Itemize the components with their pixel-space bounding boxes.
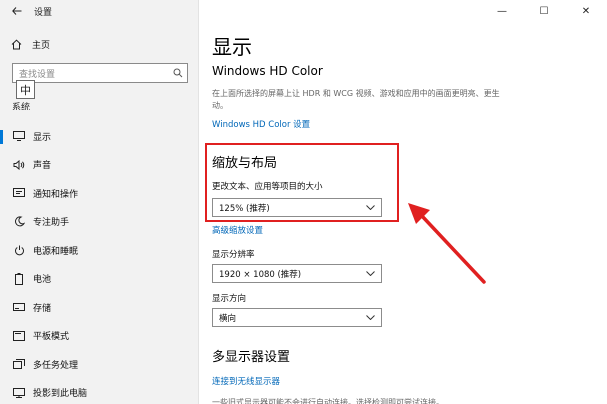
sidebar-item-label: 多任务处理 [33,360,79,371]
back-arrow-icon [12,7,22,15]
section-heading: 系统 [12,103,31,110]
home-icon [11,39,22,50]
ime-indicator: 中 [16,80,35,99]
monitor-icon [13,131,25,142]
sidebar-nav: 显示 声音 通知和操作 专注助手 电源和睡眠 电池 存储 平板模式 多任务处理 … [0,122,199,404]
multi-display-description: 一些旧式显示器可能不会进行自动连接。选择检测即可尝试连接。 [212,398,444,404]
scale-label: 更改文本、应用等项目的大小 [212,182,323,192]
notification-icon [13,188,25,198]
sidebar-item-label: 声音 [33,161,52,172]
chevron-down-icon [365,315,375,320]
moon-icon [14,216,25,227]
back-button[interactable] [0,0,34,22]
hd-color-heading: Windows HD Color [212,64,323,78]
multi-display-heading: 多显示器设置 [212,350,291,365]
sidebar-item-sound[interactable]: 声音 [0,151,199,180]
search-icon [173,68,183,78]
title-bar: 设置 [0,0,198,22]
hd-color-description: 在上面所选择的屏幕上让 HDR 和 WCG 视频、游戏和应用中的画面更明亮、更生… [212,89,500,110]
sidebar-item-storage[interactable]: 存储 [0,293,199,322]
battery-icon [15,272,23,285]
resolution-label: 显示分辨率 [212,250,255,260]
sidebar-item-label: 存储 [33,303,52,314]
advanced-scaling-link[interactable]: 高级缩放设置 [212,224,263,236]
maximize-button[interactable]: ☐ [523,0,565,22]
wireless-display-link[interactable]: 连接到无线显示器 [212,375,280,387]
orientation-dropdown[interactable]: 横向 [212,308,382,327]
sidebar-item-label: 通知和操作 [33,189,79,200]
sidebar-item-battery[interactable]: 电池 [0,265,199,294]
sidebar-item-tablet-mode[interactable]: 平板模式 [0,322,199,351]
speaker-icon [13,159,25,170]
orientation-value: 横向 [219,313,237,324]
sidebar-item-power[interactable]: 电源和睡眠 [0,236,199,265]
window-title: 设置 [34,7,53,18]
minimize-button[interactable]: — [481,0,523,22]
sidebar: 设置 主页 查找设置 中 系统 显示 声音 通知和操作 专注助手 电源和睡眠 电… [0,0,199,404]
sidebar-item-label: 显示 [33,132,52,143]
scale-layout-heading: 缩放与布局 [212,156,278,171]
search-input[interactable]: 查找设置 [12,63,188,83]
sidebar-item-label: 平板模式 [33,332,70,343]
chevron-down-icon [365,205,375,210]
sidebar-item-label: 专注助手 [33,218,70,229]
projector-icon [13,387,25,398]
sidebar-item-label: 电源和睡眠 [33,246,79,257]
page-title: 显示 [212,35,252,59]
hd-color-settings-link[interactable]: Windows HD Color 设置 [212,118,310,130]
power-icon [14,245,24,256]
scale-dropdown[interactable]: 125% (推荐) [212,198,382,217]
sidebar-item-project[interactable]: 投影到此电脑 [0,379,199,404]
storage-icon [13,303,25,312]
annotation-arrow [408,203,486,284]
sidebar-item-label: 电池 [33,275,52,286]
multitask-icon [13,359,25,370]
sidebar-item-notifications[interactable]: 通知和操作 [0,179,199,208]
search-placeholder: 查找设置 [19,69,56,80]
close-button[interactable]: ✕ [565,0,607,22]
sidebar-item-multitasking[interactable]: 多任务处理 [0,350,199,379]
resolution-value: 1920 × 1080 (推荐) [219,269,302,280]
window-controls: — ☐ ✕ [481,0,607,22]
sidebar-item-label: 投影到此电脑 [33,389,88,400]
scale-value: 125% (推荐) [219,203,270,214]
chevron-down-icon [365,271,375,276]
sidebar-item-display[interactable]: 显示 [0,122,199,151]
tablet-icon [13,330,25,341]
orientation-label: 显示方向 [212,294,247,304]
resolution-dropdown[interactable]: 1920 × 1080 (推荐) [212,264,382,283]
sidebar-item-focus-assist[interactable]: 专注助手 [0,208,199,237]
sidebar-home[interactable]: 主页 [11,38,50,51]
home-label: 主页 [32,41,51,51]
